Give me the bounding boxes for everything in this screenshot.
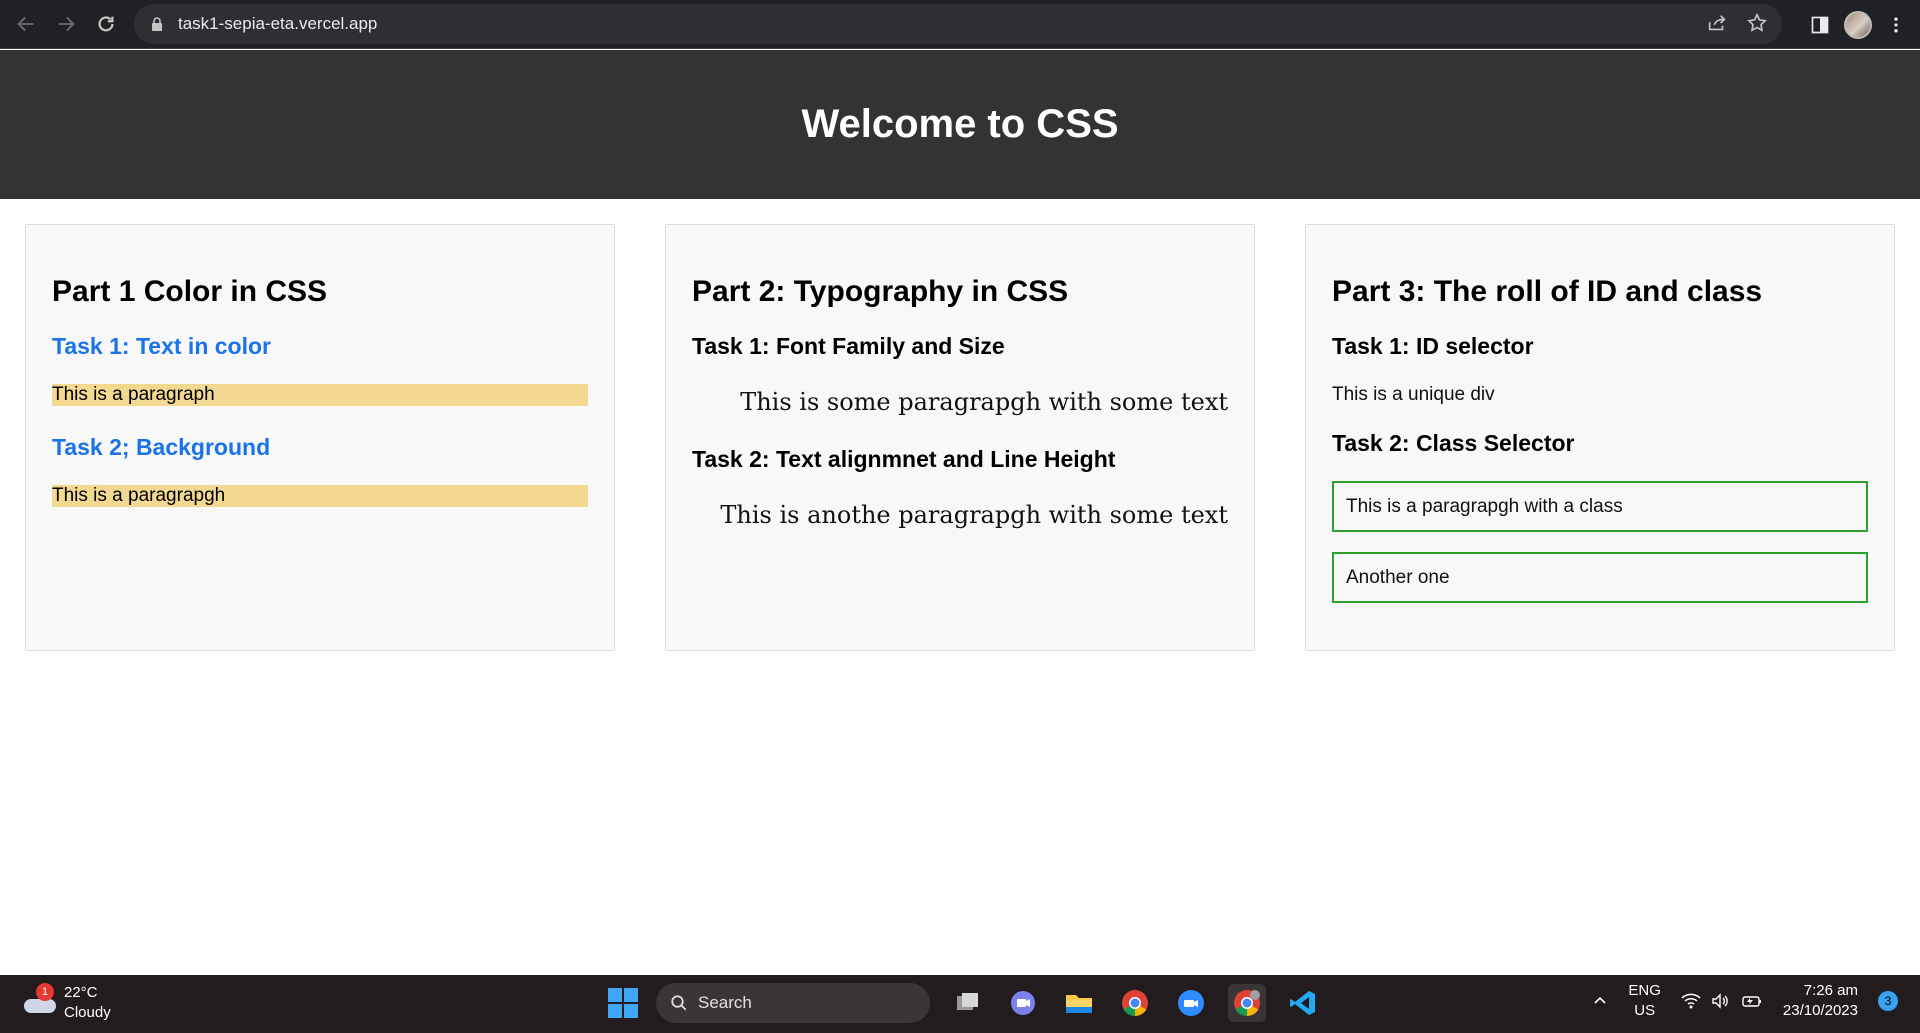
profile-avatar[interactable] (1844, 10, 1872, 39)
side-panel-icon[interactable] (1810, 15, 1830, 35)
url-text: task1-sepia-eta.vercel.app (178, 14, 378, 33)
teams-chat-icon[interactable] (1004, 984, 1042, 1022)
battery-icon (1742, 996, 1761, 1007)
arrow-left-icon (17, 16, 34, 32)
file-explorer-icon[interactable] (1060, 984, 1098, 1022)
reload-button[interactable] (86, 4, 126, 44)
card-id-class: Part 3: The roll of ID and class Task 1:… (1305, 224, 1895, 651)
card-color: Part 1 Color in CSS Task 1: Text in colo… (25, 224, 615, 651)
back-button[interactable] (6, 4, 46, 44)
page-title: Welcome to CSS (801, 102, 1119, 146)
volume-icon (1712, 993, 1728, 1009)
lang-region: US (1634, 1002, 1656, 1019)
taskbar: 1 22°C Cloudy Search ENG US 7:26 am 23/1… (0, 975, 1920, 1033)
cards-container: Part 1 Color in CSS Task 1: Text in colo… (25, 224, 1895, 651)
task-heading: Task 2: Text alignmnet and Line Height (692, 446, 1116, 472)
serif-paragraph: This is anothe paragrapgh with some text (720, 501, 1228, 529)
card-title: Part 1 Color in CSS (52, 275, 328, 308)
task-heading: Task 1: Text in color (52, 333, 271, 359)
web-page: Welcome to CSS Part 1 Color in CSS Task … (0, 50, 1920, 975)
card-typography: Part 2: Typography in CSS Task 1: Font F… (665, 224, 1255, 651)
unique-div-text: This is a unique div (1332, 384, 1495, 405)
cloud-icon: 1 (22, 983, 56, 1015)
search-icon (671, 995, 687, 1011)
system-tray[interactable] (1681, 992, 1763, 1010)
task-heading: Task 1: ID selector (1332, 333, 1534, 359)
notification-badge[interactable]: 3 (1878, 991, 1898, 1011)
chrome-profile-icon[interactable] (1228, 984, 1266, 1022)
chevron-up-icon[interactable] (1592, 993, 1608, 1009)
class-paragraph-box: This is a paragrapgh with a class (1332, 481, 1868, 532)
arrow-right-icon (58, 16, 75, 32)
weather-temp: 22°C (64, 984, 98, 1001)
zoom-icon[interactable] (1172, 984, 1210, 1022)
clock-time: 7:26 am (1803, 982, 1858, 999)
lang-code: ENG (1628, 982, 1661, 999)
start-icon[interactable] (608, 988, 638, 1018)
vscode-icon[interactable] (1284, 984, 1322, 1022)
wifi-icon (1681, 993, 1701, 1009)
task-heading: Task 1: Font Family and Size (692, 333, 1005, 359)
more-menu-icon[interactable] (1886, 15, 1906, 35)
reload-icon (98, 16, 114, 32)
taskbar-search[interactable]: Search (656, 983, 930, 1023)
lock-icon (152, 17, 162, 31)
card-title: Part 3: The roll of ID and class (1332, 275, 1763, 308)
serif-paragraph: This is some paragrapgh with some text (740, 388, 1228, 416)
weather-badge: 1 (36, 983, 54, 1001)
bookmark-star-icon[interactable] (1746, 12, 1768, 34)
search-label: Search (698, 993, 752, 1012)
share-icon[interactable] (1706, 12, 1728, 34)
weather-desc: Cloudy (64, 1004, 111, 1021)
site-header: Welcome to CSS (0, 50, 1920, 199)
class-paragraph-box: Another one (1332, 552, 1868, 603)
clock[interactable]: 7:26 am 23/10/2023 (1783, 981, 1858, 1021)
weather-widget[interactable]: 1 22°C Cloudy (22, 983, 111, 1023)
task-view-icon[interactable] (948, 984, 986, 1022)
task-heading: Task 2; Background (52, 434, 271, 460)
highlighted-paragraph: This is a paragrapgh (52, 485, 588, 507)
language-indicator[interactable]: ENG US (1628, 981, 1661, 1021)
card-title: Part 2: Typography in CSS (692, 275, 1069, 308)
task-heading: Task 2: Class Selector (1332, 430, 1575, 456)
highlighted-paragraph: This is a paragraph (52, 384, 588, 406)
forward-button[interactable] (46, 4, 86, 44)
chrome-icon[interactable] (1116, 984, 1154, 1022)
clock-date: 23/10/2023 (1782, 1002, 1858, 1019)
browser-toolbar: task1-sepia-eta.vercel.app (0, 0, 1920, 49)
address-bar[interactable]: task1-sepia-eta.vercel.app (134, 4, 1782, 44)
